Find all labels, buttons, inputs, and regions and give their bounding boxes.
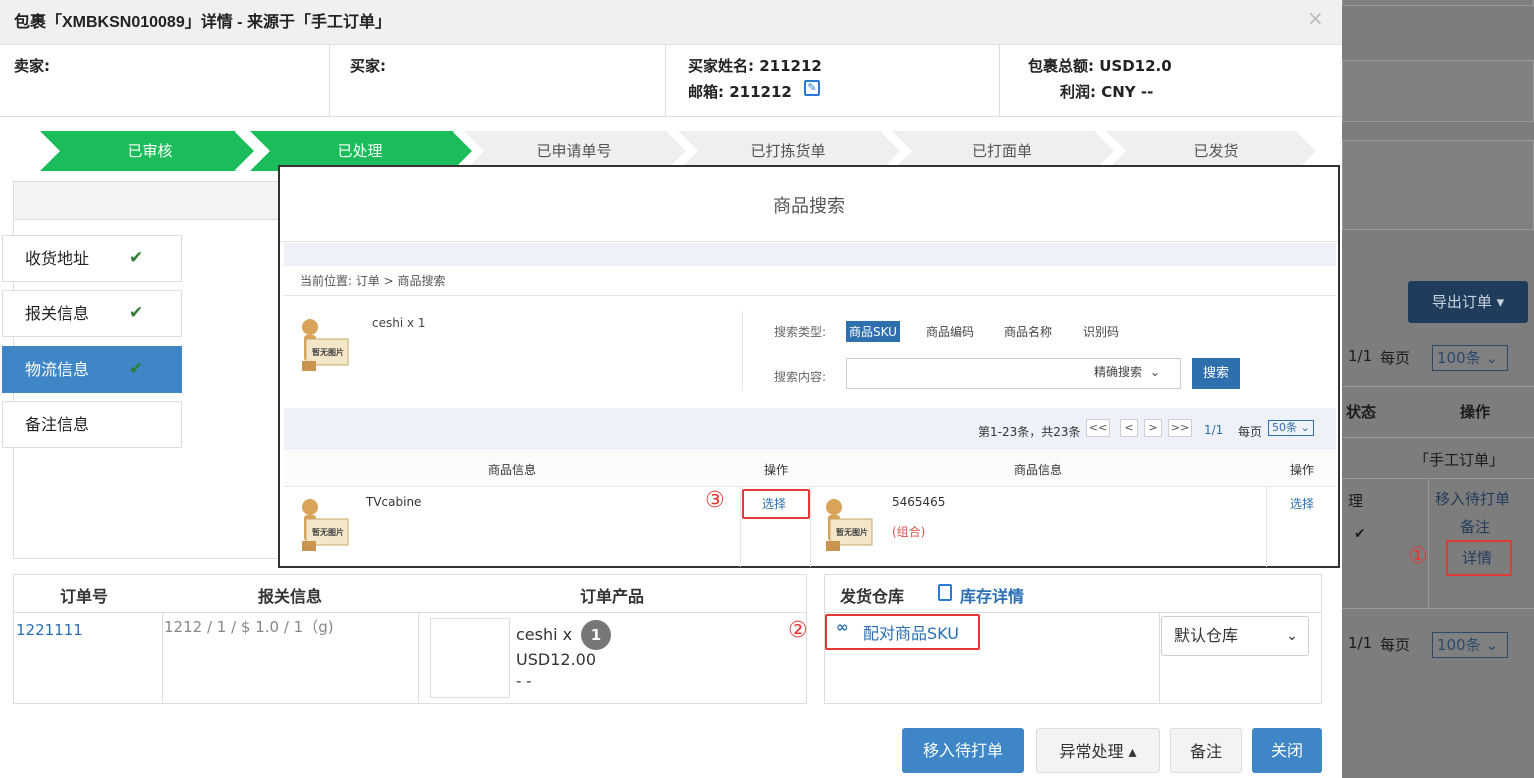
stock-detail-link[interactable]: 库存详情: [960, 583, 1024, 607]
file-icon: [938, 584, 952, 601]
result-thumbnail: 暂无图片: [296, 497, 352, 555]
per-page-select[interactable]: 50条 ⌄: [1268, 420, 1314, 436]
status-column-header: 状态: [1346, 403, 1377, 421]
first-page-button[interactable]: <<: [1086, 419, 1110, 437]
product-price: USD12.00: [516, 650, 596, 669]
status-text: 理: [1348, 492, 1364, 510]
page-indicator: 1/1: [1204, 423, 1224, 437]
per-page-label: 每页: [1380, 349, 1411, 367]
tab-logistics-info[interactable]: 物流信息 ✔: [2, 346, 182, 393]
breadcrumb: 当前位置: 订单 > 商品搜索: [300, 274, 446, 288]
col-product-info-1: 商品信息: [488, 463, 537, 477]
result-name: 5465465: [892, 495, 946, 509]
pair-sku-link[interactable]: 配对商品SKU: [863, 620, 959, 644]
per-page-label: 每页: [1238, 425, 1263, 439]
seller-label: 卖家:: [14, 57, 50, 75]
modal-title: 包裹「XMBKSN010089」详情 - 来源于「手工订单」: [14, 14, 391, 31]
col-products: 订单产品: [580, 587, 645, 606]
tab-remarks[interactable]: 备注信息: [2, 401, 182, 448]
tab-shipping-address[interactable]: 收货地址 ✔: [2, 235, 182, 282]
search-type-name[interactable]: 商品名称: [1004, 323, 1052, 340]
search-type-sku[interactable]: 商品SKU: [846, 321, 900, 342]
note-button[interactable]: 备注: [1170, 728, 1242, 773]
no-image-label: 暂无图片: [312, 528, 344, 537]
order-table: [13, 574, 807, 704]
per-page-label-bottom: 每页: [1380, 636, 1411, 654]
order-number-link[interactable]: 1221111: [16, 621, 83, 639]
close-button[interactable]: 关闭: [1252, 728, 1322, 773]
product-name: ceshi x: [516, 625, 573, 644]
product-search-dialog: 商品搜索 当前位置: 订单 > 商品搜索 暂无图片 ceshi x 1 搜索类型…: [278, 165, 1340, 568]
col-order-no: 订单号: [60, 587, 109, 606]
select-link[interactable]: 选择: [1290, 495, 1314, 512]
check-icon: ✔: [1354, 526, 1366, 542]
search-type-code[interactable]: 商品编码: [926, 323, 974, 340]
action-column-header: 操作: [1460, 403, 1491, 421]
product-thumbnail: 暂无图片: [296, 317, 352, 375]
link-icon: ∞: [836, 618, 849, 636]
search-mode-select[interactable]: 精确搜索 ⌄: [1094, 363, 1160, 380]
chevron-down-icon: ⌄: [1149, 365, 1160, 379]
buyer-label: 买家:: [350, 57, 386, 75]
warehouse-label: 发货仓库: [840, 587, 905, 606]
buyer-name: 买家姓名: 211212: [688, 57, 822, 75]
search-type-identifier[interactable]: 识别码: [1083, 323, 1119, 340]
next-page-button[interactable]: >: [1144, 419, 1162, 437]
package-total: 包裹总额: USD12.0: [1028, 57, 1172, 75]
edit-icon[interactable]: ✎: [804, 80, 820, 96]
search-product-name: ceshi x 1: [372, 316, 426, 330]
search-type-label: 搜索类型:: [774, 325, 827, 339]
per-page-select[interactable]: 100条 ⌄: [1432, 345, 1508, 371]
step-reviewed: 已审核: [127, 142, 173, 160]
check-icon: ✔: [129, 303, 144, 323]
col-product-info-2: 商品信息: [1014, 463, 1063, 477]
background-page: 导出订单 ▾ 1/1 每页 100条 ⌄ 状态 操作 「手工订单」 理 ✔ 移入…: [1342, 0, 1534, 778]
result-thumbnail: 暂无图片: [820, 497, 876, 555]
paging-summary: 第1-23条，共23条: [978, 425, 1081, 439]
col-action-2: 操作: [1290, 463, 1315, 477]
check-icon: ✔: [129, 359, 144, 379]
combo-label: (组合): [892, 525, 926, 539]
detail-link[interactable]: 详情: [1462, 547, 1492, 568]
product-dash: - -: [516, 672, 532, 690]
col-customs: 报关信息: [258, 587, 323, 606]
no-image-label: 暂无图片: [836, 528, 868, 537]
quantity-badge: 1: [581, 620, 611, 650]
close-icon[interactable]: ×: [1307, 6, 1324, 30]
warehouse-select[interactable]: 默认仓库 ⌄: [1161, 616, 1309, 656]
product-image: [430, 618, 510, 698]
source-label: 「手工订单」: [1414, 451, 1505, 469]
pager-text-bottom: 1/1: [1348, 634, 1373, 652]
chevron-down-icon: ⌄: [1286, 628, 1298, 644]
annotation-2: ②: [788, 618, 808, 643]
annotation-3: ③: [705, 488, 725, 513]
col-action-1: 操作: [764, 463, 789, 477]
move-to-print-button[interactable]: 移入待打单: [902, 728, 1024, 773]
annotation-1: ①: [1408, 544, 1428, 569]
result-name: TVcabine: [366, 495, 422, 509]
move-to-print-link[interactable]: 移入待打单: [1435, 488, 1510, 509]
prev-page-button[interactable]: <: [1120, 419, 1138, 437]
note-link[interactable]: 备注: [1460, 516, 1490, 537]
no-image-label: 暂无图片: [312, 348, 344, 357]
dialog-title: 商品搜索: [280, 167, 1338, 242]
pager-text: 1/1: [1348, 347, 1373, 365]
search-button[interactable]: 搜索: [1192, 358, 1240, 389]
export-orders-button[interactable]: 导出订单 ▾: [1408, 281, 1528, 323]
check-icon: ✔: [129, 248, 144, 268]
exception-handling-button[interactable]: 异常处理 ▴: [1036, 728, 1160, 773]
tab-customs-info[interactable]: 报关信息 ✔: [2, 290, 182, 337]
profit: 利润: CNY --: [1060, 83, 1154, 101]
search-content-label: 搜索内容:: [774, 370, 827, 384]
buyer-email: 邮箱: 211212: [688, 83, 792, 101]
customs-value: 1212 / 1 / $ 1.0 / 1（g): [164, 618, 334, 636]
last-page-button[interactable]: >>: [1168, 419, 1192, 437]
select-link[interactable]: 选择: [762, 495, 786, 512]
per-page-select-bottom[interactable]: 100条 ⌄: [1432, 632, 1508, 658]
